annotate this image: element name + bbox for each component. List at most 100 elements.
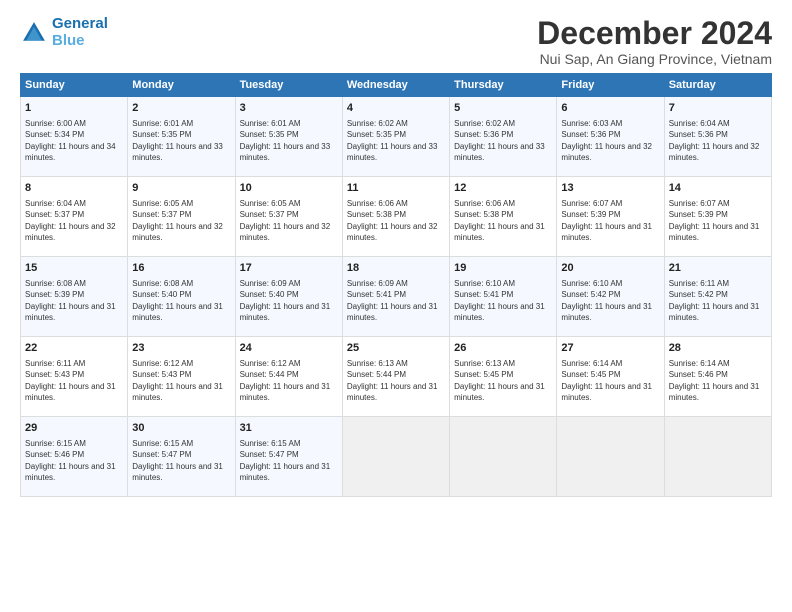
calendar-cell: 12 Sunrise: 6:06 AMSunset: 5:38 PMDayligh… (450, 177, 557, 257)
calendar-cell: 26Sunrise: 6:13 AMSunset: 5:45 PMDayligh… (450, 337, 557, 417)
calendar-cell: 18Sunrise: 6:09 AMSunset: 5:41 PMDayligh… (342, 257, 449, 337)
day-info: Sunrise: 6:11 AMSunset: 5:43 PMDaylight:… (25, 358, 123, 404)
day-info: Sunrise: 6:13 AMSunset: 5:45 PMDaylight:… (454, 358, 552, 404)
col-header-thursday: Thursday (450, 74, 557, 97)
day-number: 11 (347, 181, 445, 196)
day-number: 27 (561, 341, 659, 356)
calendar-cell: 31 Sunrise: 6:15 AMSunset: 5:47 PMDayligh… (235, 417, 342, 497)
day-number: 31 (240, 421, 338, 436)
day-number: 9 (132, 181, 230, 196)
day-number: 12 (454, 181, 552, 196)
month-title: December 2024 (537, 16, 772, 51)
day-info: Sunrise: 6:01 AMSunset: 5:35 PMDaylight:… (132, 118, 230, 164)
calendar-cell: 17 Sunrise: 6:09 AMSunset: 5:40 PMDayligh… (235, 257, 342, 337)
day-number: 1 (25, 101, 123, 116)
day-number: 18 (347, 261, 445, 276)
day-number: 10 (240, 181, 338, 196)
logo-icon (20, 19, 48, 47)
day-info: Sunrise: 6:10 AMSunset: 5:41 PMDaylight:… (454, 278, 552, 324)
day-number: 15 (25, 261, 123, 276)
day-number: 20 (561, 261, 659, 276)
day-info: Sunrise: 6:15 AMSunset: 5:47 PMDaylight:… (132, 438, 230, 484)
calendar-cell (557, 417, 664, 497)
day-number: 13 (561, 181, 659, 196)
calendar-cell: 24 Sunrise: 6:12 AMSunset: 5:44 PMDayligh… (235, 337, 342, 417)
day-number: 16 (132, 261, 230, 276)
calendar-cell: 3 Sunrise: 6:01 AMSunset: 5:35 PMDaylight… (235, 97, 342, 177)
calendar-cell (664, 417, 771, 497)
calendar-cell: 14Sunrise: 6:07 AMSunset: 5:39 PMDayligh… (664, 177, 771, 257)
calendar-cell: 9 Sunrise: 6:05 AMSunset: 5:37 PMDaylight… (128, 177, 235, 257)
day-info: Sunrise: 6:08 AMSunset: 5:40 PMDaylight:… (132, 278, 230, 324)
day-number: 4 (347, 101, 445, 116)
day-info: Sunrise: 6:13 AMSunset: 5:44 PMDaylight:… (347, 358, 445, 404)
day-info: Sunrise: 6:03 AMSunset: 5:36 PMDaylight:… (561, 118, 659, 164)
day-number: 30 (132, 421, 230, 436)
day-number: 8 (25, 181, 123, 196)
header: General Blue December 2024 Nui Sap, An G… (20, 16, 772, 67)
day-info: Sunrise: 6:04 AMSunset: 5:36 PMDaylight:… (669, 118, 767, 164)
col-header-saturday: Saturday (664, 74, 771, 97)
day-info: Sunrise: 6:05 AMSunset: 5:37 PMDaylight:… (132, 198, 230, 244)
day-info: Sunrise: 6:06 AMSunset: 5:38 PMDaylight:… (454, 198, 552, 244)
day-info: Sunrise: 6:05 AMSunset: 5:37 PMDaylight:… (240, 198, 338, 244)
calendar-cell: 25 Sunrise: 6:13 AMSunset: 5:44 PMDayligh… (342, 337, 449, 417)
calendar-cell: 8 Sunrise: 6:04 AMSunset: 5:37 PMDaylight… (21, 177, 128, 257)
day-info: Sunrise: 6:06 AMSunset: 5:38 PMDaylight:… (347, 198, 445, 244)
day-info: Sunrise: 6:09 AMSunset: 5:40 PMDaylight:… (240, 278, 338, 324)
day-info: Sunrise: 6:00 AMSunset: 5:34 PMDaylight:… (25, 118, 123, 164)
calendar-cell (342, 417, 449, 497)
calendar-cell: 4 Sunrise: 6:02 AMSunset: 5:35 PMDaylight… (342, 97, 449, 177)
day-info: Sunrise: 6:04 AMSunset: 5:37 PMDaylight:… (25, 198, 123, 244)
calendar-cell: 23 Sunrise: 6:12 AMSunset: 5:43 PMDayligh… (128, 337, 235, 417)
col-header-wednesday: Wednesday (342, 74, 449, 97)
day-number: 7 (669, 101, 767, 116)
day-number: 17 (240, 261, 338, 276)
day-info: Sunrise: 6:14 AMSunset: 5:46 PMDaylight:… (669, 358, 767, 404)
day-info: Sunrise: 6:12 AMSunset: 5:44 PMDaylight:… (240, 358, 338, 404)
title-block: December 2024 Nui Sap, An Giang Province… (537, 16, 772, 67)
day-info: Sunrise: 6:12 AMSunset: 5:43 PMDaylight:… (132, 358, 230, 404)
calendar-cell: 7 Sunrise: 6:04 AMSunset: 5:36 PMDaylight… (664, 97, 771, 177)
logo: General Blue (20, 16, 108, 49)
calendar-cell: 10 Sunrise: 6:05 AMSunset: 5:37 PMDayligh… (235, 177, 342, 257)
day-info: Sunrise: 6:15 AMSunset: 5:46 PMDaylight:… (25, 438, 123, 484)
calendar-cell (450, 417, 557, 497)
calendar-cell: 29Sunrise: 6:15 AMSunset: 5:46 PMDayligh… (21, 417, 128, 497)
location: Nui Sap, An Giang Province, Vietnam (537, 51, 772, 67)
day-info: Sunrise: 6:02 AMSunset: 5:35 PMDaylight:… (347, 118, 445, 164)
day-info: Sunrise: 6:08 AMSunset: 5:39 PMDaylight:… (25, 278, 123, 324)
col-header-sunday: Sunday (21, 74, 128, 97)
calendar-cell: 16 Sunrise: 6:08 AMSunset: 5:40 PMDayligh… (128, 257, 235, 337)
day-number: 14 (669, 181, 767, 196)
col-header-monday: Monday (128, 74, 235, 97)
col-header-tuesday: Tuesday (235, 74, 342, 97)
calendar-cell: 19 Sunrise: 6:10 AMSunset: 5:41 PMDayligh… (450, 257, 557, 337)
day-number: 3 (240, 101, 338, 116)
calendar-cell: 30 Sunrise: 6:15 AMSunset: 5:47 PMDayligh… (128, 417, 235, 497)
day-number: 19 (454, 261, 552, 276)
calendar-cell: 6Sunrise: 6:03 AMSunset: 5:36 PMDaylight… (557, 97, 664, 177)
calendar-cell: 27 Sunrise: 6:14 AMSunset: 5:45 PMDayligh… (557, 337, 664, 417)
calendar-cell: 1 Sunrise: 6:00 AMSunset: 5:34 PMDaylight… (21, 97, 128, 177)
day-info: Sunrise: 6:14 AMSunset: 5:45 PMDaylight:… (561, 358, 659, 404)
day-number: 23 (132, 341, 230, 356)
day-number: 28 (669, 341, 767, 356)
day-number: 5 (454, 101, 552, 116)
day-info: Sunrise: 6:15 AMSunset: 5:47 PMDaylight:… (240, 438, 338, 484)
day-number: 22 (25, 341, 123, 356)
calendar-cell: 28 Sunrise: 6:14 AMSunset: 5:46 PMDayligh… (664, 337, 771, 417)
calendar-cell: 21 Sunrise: 6:11 AMSunset: 5:42 PMDayligh… (664, 257, 771, 337)
day-info: Sunrise: 6:02 AMSunset: 5:36 PMDaylight:… (454, 118, 552, 164)
day-number: 2 (132, 101, 230, 116)
day-number: 24 (240, 341, 338, 356)
calendar-cell: 13Sunrise: 6:07 AMSunset: 5:39 PMDayligh… (557, 177, 664, 257)
day-number: 21 (669, 261, 767, 276)
calendar-cell: 22 Sunrise: 6:11 AMSunset: 5:43 PMDayligh… (21, 337, 128, 417)
col-header-friday: Friday (557, 74, 664, 97)
day-info: Sunrise: 6:11 AMSunset: 5:42 PMDaylight:… (669, 278, 767, 324)
logo-text: General Blue (52, 16, 108, 49)
day-number: 25 (347, 341, 445, 356)
calendar-cell: 15 Sunrise: 6:08 AMSunset: 5:39 PMDayligh… (21, 257, 128, 337)
day-info: Sunrise: 6:01 AMSunset: 5:35 PMDaylight:… (240, 118, 338, 164)
